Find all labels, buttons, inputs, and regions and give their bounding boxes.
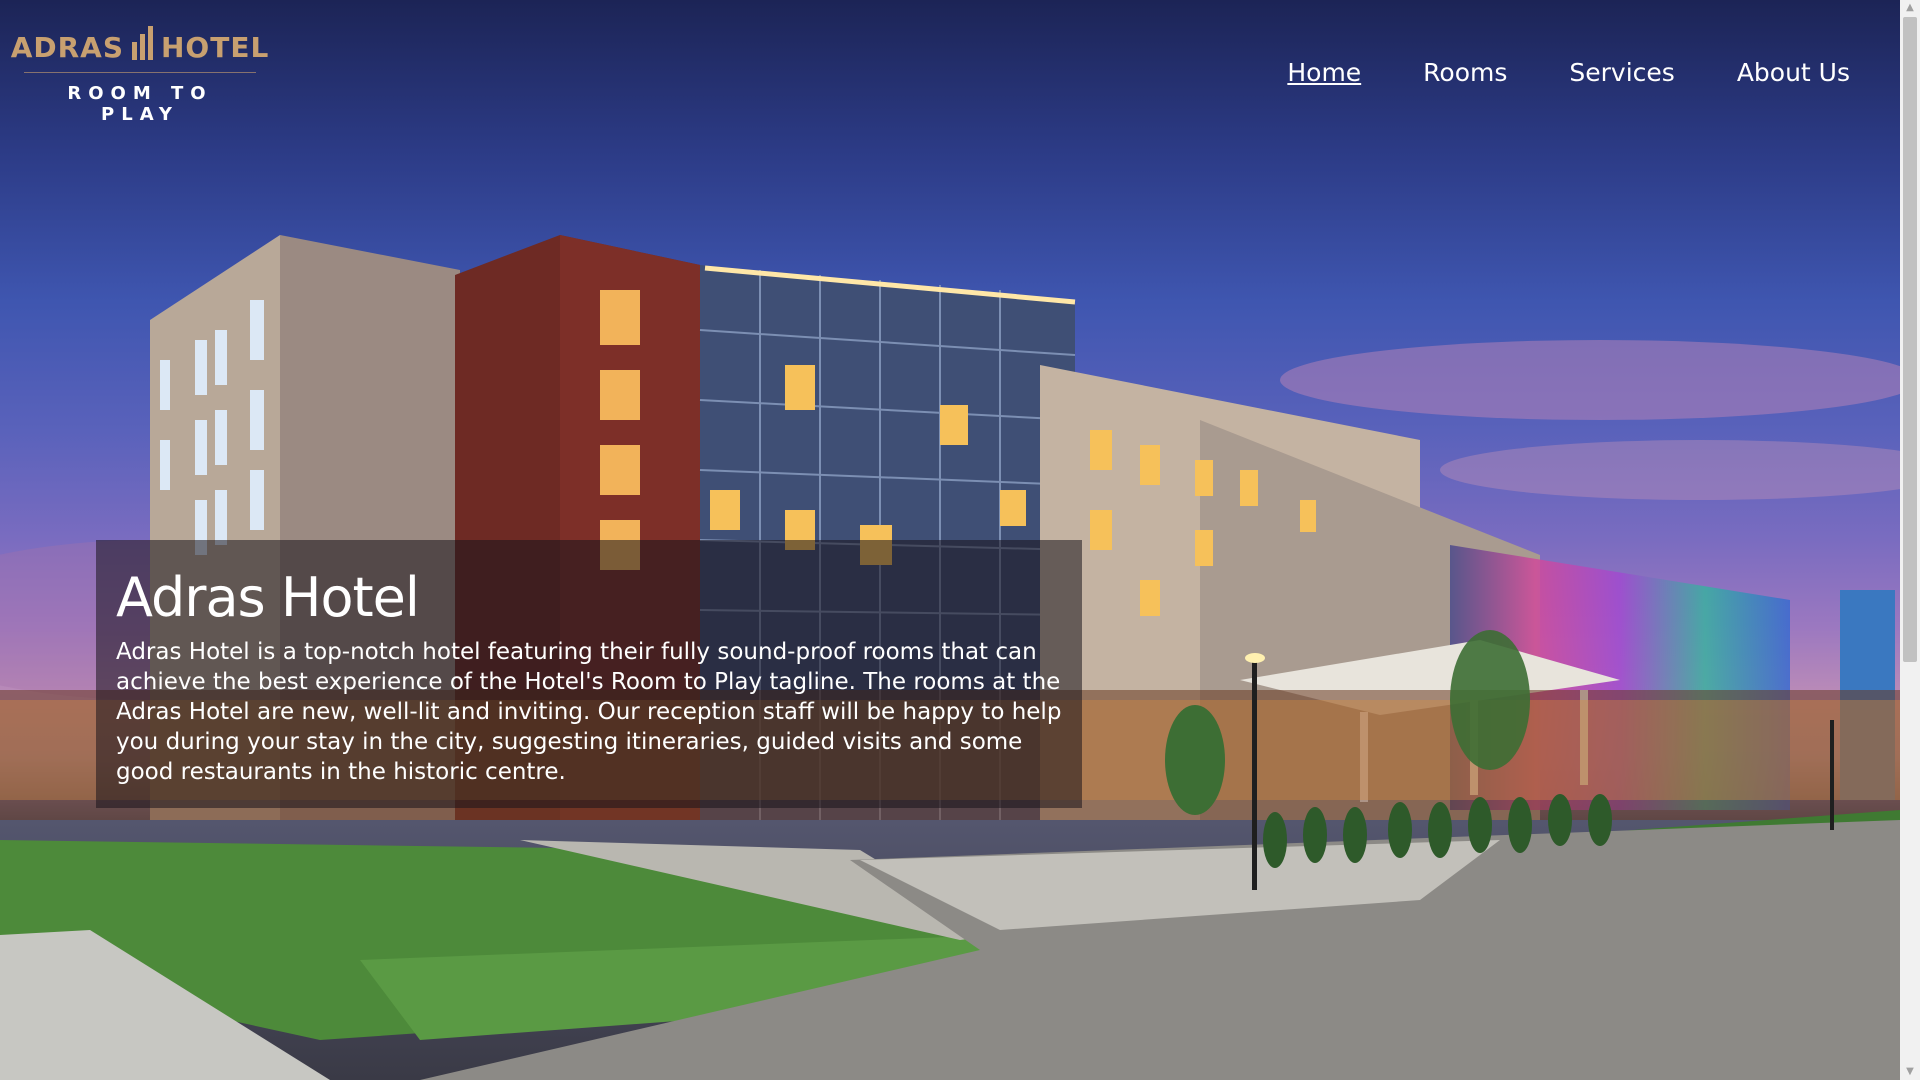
- page: ADRAS HOTEL ROOM TO PLAY Home Rooms Serv…: [0, 0, 1920, 1080]
- page-scrollbar[interactable]: ▲ ▼: [1900, 0, 1920, 1080]
- hero-description: Adras Hotel is a top-notch hotel featuri…: [116, 638, 1062, 785]
- main-navigation: Home Rooms Services About Us: [1287, 58, 1850, 87]
- nav-services-link[interactable]: Services: [1569, 58, 1674, 87]
- logo-divider: [24, 72, 256, 73]
- logo-text-right: HOTEL: [161, 31, 270, 64]
- logo-bars-icon: [132, 24, 153, 60]
- scroll-down-arrow-icon[interactable]: ▼: [1900, 1064, 1920, 1080]
- scrollbar-thumb[interactable]: [1903, 17, 1917, 662]
- logo-tagline: ROOM TO PLAY: [67, 83, 213, 125]
- nav-about-us-link[interactable]: About Us: [1737, 58, 1850, 87]
- hotel-logo[interactable]: ADRAS HOTEL ROOM TO PLAY: [11, 24, 268, 125]
- logo-wordmark: ADRAS HOTEL: [11, 24, 268, 64]
- hero-title: Adras Hotel: [116, 566, 420, 629]
- hero-info-box: Adras Hotel Adras Hotel is a top-notch h…: [96, 540, 1082, 808]
- scroll-up-arrow-icon[interactable]: ▲: [1900, 0, 1920, 16]
- logo-text-left: ADRAS: [10, 31, 124, 64]
- nav-home-link[interactable]: Home: [1287, 58, 1361, 87]
- nav-rooms-link[interactable]: Rooms: [1423, 58, 1507, 87]
